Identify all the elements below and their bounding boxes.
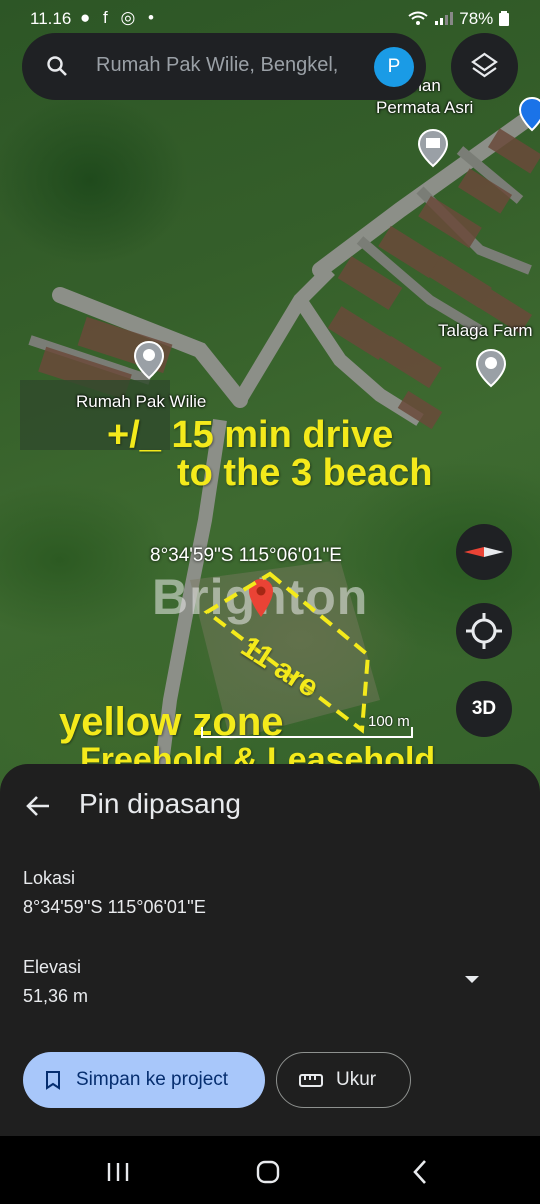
- battery-percent: 78%: [459, 9, 494, 28]
- account-avatar[interactable]: P: [374, 47, 414, 87]
- back-arrow-icon[interactable]: [22, 790, 54, 822]
- map-view[interactable]: uhan Permata Asri Talaga Farm Rumah Pak …: [0, 0, 540, 800]
- compass-icon: [464, 547, 504, 557]
- pin-details-sheet: Pin dipasang Lokasi 8°34'59''S 115°06'01…: [0, 764, 540, 1136]
- layers-button[interactable]: [451, 33, 518, 100]
- battery-icon: [499, 11, 509, 26]
- recents-icon[interactable]: [106, 1162, 130, 1182]
- location-value: 8°34'59''S 115°06'01''E: [23, 897, 206, 917]
- search-input[interactable]: Rumah Pak Wilie, Bengkel,: [96, 54, 356, 77]
- home-icon[interactable]: [256, 1160, 280, 1184]
- search-icon: [47, 56, 67, 76]
- status-bar: 11.16 ● f ◎ • 78%: [0, 0, 540, 36]
- scale-label: 100 m: [368, 713, 410, 730]
- wifi-signal-icon: [407, 11, 453, 25]
- system-nav-bar: [0, 1136, 540, 1204]
- elevation-label: Elevasi: [23, 957, 82, 977]
- compass-button[interactable]: [456, 524, 512, 580]
- measure-label: Ukur: [336, 1069, 377, 1090]
- my-location-icon: [466, 613, 502, 649]
- my-location-button[interactable]: [456, 603, 512, 659]
- status-time: 11.16: [30, 9, 72, 28]
- elevation-value: 51,36 m: [23, 986, 89, 1006]
- search-bar[interactable]: Rumah Pak Wilie, Bengkel, P: [22, 33, 426, 100]
- back-icon[interactable]: [410, 1159, 430, 1185]
- status-app-icons: ● f ◎ •: [80, 8, 158, 27]
- measure-button[interactable]: Ukur: [276, 1052, 411, 1108]
- view-3d-button[interactable]: 3D: [456, 681, 512, 737]
- sheet-title: Pin dipasang: [79, 788, 241, 819]
- save-to-project-label: Simpan ke project: [76, 1069, 229, 1090]
- ruler-icon: [299, 1074, 323, 1087]
- save-to-project-button[interactable]: Simpan ke project: [23, 1052, 265, 1108]
- location-label: Lokasi: [23, 868, 76, 888]
- bookmark-icon: [46, 1071, 60, 1090]
- status-right: 78%: [407, 9, 511, 29]
- expand-dropdown-icon[interactable]: [463, 973, 481, 985]
- layers-icon: [471, 52, 498, 78]
